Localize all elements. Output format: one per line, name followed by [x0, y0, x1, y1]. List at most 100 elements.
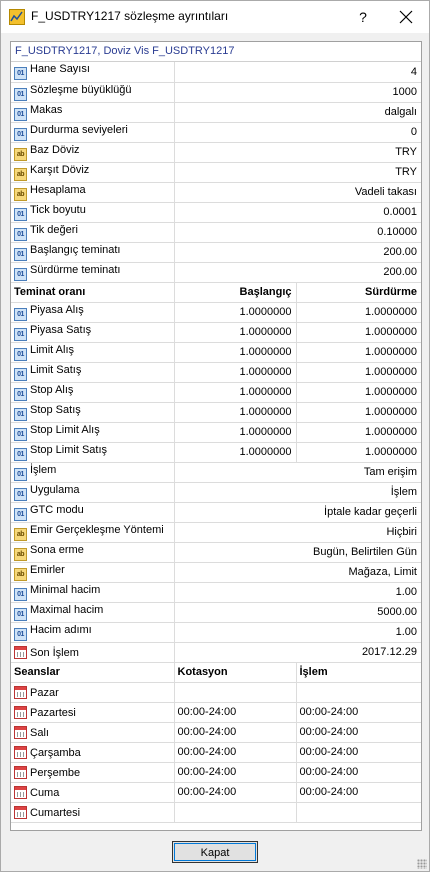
property-row[interactable]: 01 Maximal hacim 5000.00 — [11, 602, 421, 623]
margin-row[interactable]: 01 Stop Satış 1.0000000 1.0000000 — [11, 402, 421, 423]
property-value-text: 0 — [410, 126, 417, 138]
window-title: F_USDTRY1217 sözleşme ayrıntıları — [31, 9, 229, 23]
property-row[interactable]: 01 Makas dalgalı — [11, 102, 421, 123]
margin-label: 01 Stop Satış — [11, 402, 174, 423]
property-row[interactable]: 01 Sözleşme büyüklüğü 1000 — [11, 82, 421, 103]
session-row[interactable]: Çarşamba 00:00-24:00 00:00-24:00 — [11, 742, 421, 763]
session-row[interactable]: Pazar — [11, 682, 421, 703]
property-row[interactable]: ab Sona erme Bugün, Belirtilen Gün — [11, 542, 421, 563]
property-row[interactable]: 01 Uygulama İşlem — [11, 482, 421, 503]
margin-row[interactable]: 01 Piyasa Alış 1.0000000 1.0000000 — [11, 302, 421, 323]
property-row[interactable]: 01 Tik değeri 0.10000 — [11, 222, 421, 243]
numeric-property-icon: 01 — [14, 627, 27, 641]
numeric-property-icon: 01 — [14, 427, 27, 441]
calendar-icon — [14, 745, 27, 759]
property-value: 5000.00 — [173, 602, 421, 623]
session-day: Salı — [11, 722, 174, 743]
margin-row[interactable]: 01 Piyasa Satış 1.0000000 1.0000000 — [11, 322, 421, 343]
margin-initial-text: 1.0000000 — [239, 386, 292, 398]
property-value-text: 200.00 — [383, 266, 417, 278]
text-property-icon: ab — [14, 527, 27, 541]
property-value-text: 1.00 — [395, 626, 417, 638]
property-value: Vadeli takası — [173, 182, 421, 203]
property-label-text: Hacim adımı — [30, 623, 92, 636]
section-header-label: Teminat oranı — [11, 282, 174, 303]
calendar-icon — [14, 685, 27, 699]
property-value-text: 200.00 — [383, 246, 417, 258]
property-row[interactable]: 01 Tick boyutu 0.0001 — [11, 202, 421, 223]
property-row[interactable]: Son İşlem 2017.12.29 — [11, 642, 421, 663]
calendar-icon — [14, 725, 27, 739]
margin-row[interactable]: 01 Limit Alış 1.0000000 1.0000000 — [11, 342, 421, 363]
numeric-property-icon: 01 — [14, 607, 27, 621]
margin-row[interactable]: 01 Stop Alış 1.0000000 1.0000000 — [11, 382, 421, 403]
property-value: TRY — [173, 162, 421, 183]
property-row[interactable]: 01 İşlem Tam erişim — [11, 462, 421, 483]
margin-initial: 1.0000000 — [173, 362, 296, 383]
numeric-property-icon: 01 — [14, 227, 27, 241]
property-label: 01 Maximal hacim — [11, 602, 174, 623]
property-row[interactable]: ab Emir Gerçekleşme Yöntemi Hiçbiri — [11, 522, 421, 543]
property-label: ab Hesaplama — [11, 182, 174, 203]
property-label: Son İşlem — [11, 642, 174, 663]
margin-maintenance-text: 1.0000000 — [365, 366, 417, 378]
property-row[interactable]: 01 Sürdürme teminatı 200.00 — [11, 262, 421, 283]
session-day-text: Pazar — [30, 686, 59, 699]
margin-maintenance-text: 1.0000000 — [365, 446, 417, 458]
session-quote: 00:00-24:00 — [173, 702, 296, 723]
property-row[interactable]: ab Karşıt Döviz TRY — [11, 162, 421, 183]
margin-row[interactable]: 01 Stop Limit Satış 1.0000000 1.0000000 — [11, 442, 421, 463]
session-quote-text: 00:00-24:00 — [177, 766, 237, 778]
margin-label: 01 Limit Satış — [11, 362, 174, 383]
details-panel[interactable]: F_USDTRY1217, Doviz Vis F_USDTRY1217 01 H… — [10, 41, 422, 831]
property-row[interactable]: ab Emirler Mağaza, Limit — [11, 562, 421, 583]
section-header-label-text: Teminat oranı — [14, 286, 86, 298]
calendar-icon — [14, 705, 27, 719]
property-row[interactable]: 01 Başlangıç teminatı 200.00 — [11, 242, 421, 263]
property-label: 01 GTC modu — [11, 502, 174, 523]
margin-initial: 1.0000000 — [173, 402, 296, 423]
property-value: Mağaza, Limit — [173, 562, 421, 583]
margin-row[interactable]: 01 Limit Satış 1.0000000 1.0000000 — [11, 362, 421, 383]
property-label-text: İşlem — [30, 463, 57, 476]
property-value-text: dalgalı — [384, 106, 417, 118]
margin-initial: 1.0000000 — [173, 382, 296, 403]
property-label-text: Karşıt Döviz — [30, 163, 90, 176]
property-row[interactable]: 01 Minimal hacim 1.00 — [11, 582, 421, 603]
help-icon[interactable]: ? — [353, 6, 373, 28]
property-row[interactable]: 01 Hane Sayısı 4 — [11, 62, 421, 83]
session-day: Perşembe — [11, 762, 174, 783]
session-row[interactable]: Perşembe 00:00-24:00 00:00-24:00 — [11, 762, 421, 783]
close-icon[interactable] — [393, 6, 419, 28]
property-label-text: Minimal hacim — [30, 583, 101, 596]
property-row[interactable]: 01 Durdurma seviyeleri 0 — [11, 122, 421, 143]
session-day: Pazar — [11, 682, 174, 703]
property-value-text: 1000 — [392, 86, 417, 98]
numeric-property-icon: 01 — [14, 447, 27, 461]
property-row[interactable]: ab Baz Döviz TRY — [11, 142, 421, 163]
session-day-text: Cuma — [30, 786, 60, 799]
text-property-icon: ab — [14, 147, 27, 161]
session-row[interactable]: Cumartesi — [11, 802, 421, 823]
property-label: ab Baz Döviz — [11, 142, 174, 163]
session-quote: 00:00-24:00 — [173, 742, 296, 763]
margin-row[interactable]: 01 Stop Limit Alış 1.0000000 1.0000000 — [11, 422, 421, 443]
session-day-text: Cumartesi — [30, 806, 81, 819]
session-row[interactable]: Cuma 00:00-24:00 00:00-24:00 — [11, 782, 421, 803]
session-trade-text: 00:00-24:00 — [299, 726, 359, 738]
property-label-text: Sözleşme büyüklüğü — [30, 83, 132, 96]
details-table: 01 Hane Sayısı 4 01 Sözleşme büyüklüğü 1000 01… — [11, 62, 421, 823]
property-value-text: 5000.00 — [377, 606, 417, 618]
property-row[interactable]: ab Hesaplama Vadeli takası — [11, 182, 421, 203]
property-row[interactable]: 01 Hacim adımı 1.00 — [11, 622, 421, 643]
property-value: 1.00 — [173, 622, 421, 643]
property-row[interactable]: 01 GTC modu İptale kadar geçerli — [11, 502, 421, 523]
column-header-text: Sürdürme — [365, 286, 417, 298]
resize-grip[interactable] — [417, 859, 427, 869]
session-trade: 00:00-24:00 — [295, 762, 421, 783]
close-button[interactable]: Kapat — [172, 841, 258, 863]
session-row[interactable]: Salı 00:00-24:00 00:00-24:00 — [11, 722, 421, 743]
session-row[interactable]: Pazartesi 00:00-24:00 00:00-24:00 — [11, 702, 421, 723]
margin-label-text: Stop Limit Satış — [30, 443, 108, 456]
symbol-header: F_USDTRY1217, Doviz Vis F_USDTRY1217 — [11, 42, 421, 62]
